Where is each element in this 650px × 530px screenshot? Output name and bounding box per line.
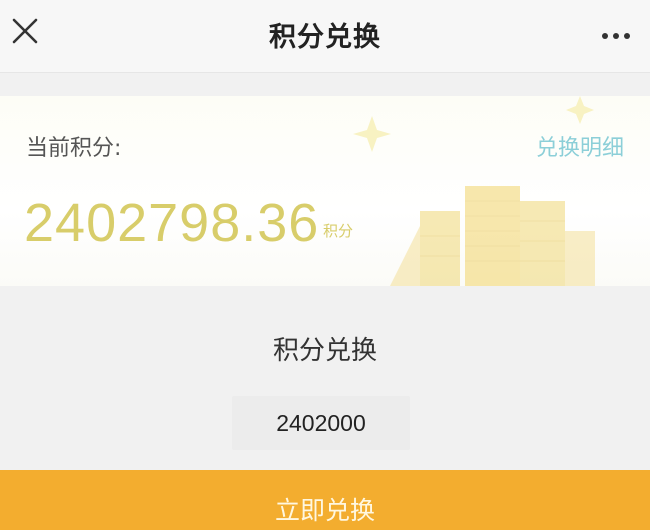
- redeem-now-button[interactable]: 立即兑换: [0, 470, 650, 530]
- exchange-section-title: 积分兑换: [272, 336, 377, 366]
- current-points-label: 当前积分:: [26, 136, 122, 161]
- exchange-amount-input[interactable]: [232, 396, 410, 450]
- points-balance-value: 2402798.36: [24, 193, 320, 253]
- top-navigation-bar: 积分兑换: [0, 0, 650, 73]
- points-balance-card: 当前积分: 兑换明细 2402798.36 积分: [0, 96, 650, 286]
- page-title: 积分兑换: [269, 22, 381, 53]
- coin-stack-icon: [390, 186, 595, 286]
- points-unit-label: 积分: [323, 222, 354, 240]
- more-dots-icon[interactable]: [602, 24, 636, 40]
